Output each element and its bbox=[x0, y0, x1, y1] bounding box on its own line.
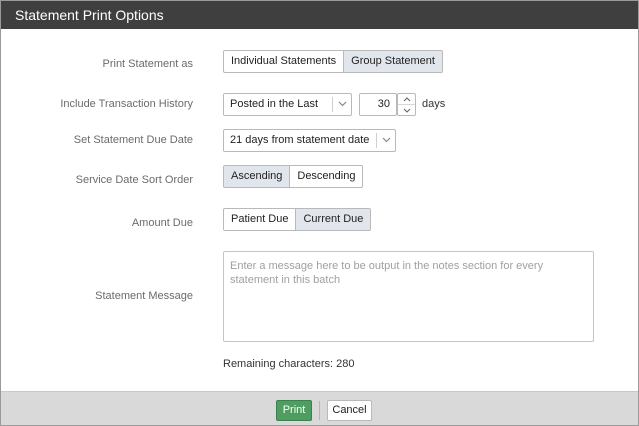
due-date-select[interactable]: 21 days from statement date bbox=[223, 129, 396, 152]
print-statement-as-toggle: Individual Statements Group Statement bbox=[223, 50, 443, 73]
stepper-up-button[interactable] bbox=[398, 94, 415, 104]
cancel-button[interactable]: Cancel bbox=[327, 400, 372, 421]
patient-due-button[interactable]: Patient Due bbox=[223, 208, 297, 231]
statement-print-options-dialog: Statement Print Options Print Statement … bbox=[0, 0, 639, 426]
days-unit-label: days bbox=[422, 98, 446, 110]
chevron-down-icon bbox=[333, 94, 351, 115]
statement-message-label: Statement Message bbox=[95, 290, 193, 302]
due-date-select-value: 21 days from statement date bbox=[230, 134, 370, 146]
footer-separator bbox=[319, 401, 320, 420]
descending-button[interactable]: Descending bbox=[290, 165, 364, 188]
print-button[interactable]: Print bbox=[276, 400, 312, 421]
dialog-title: Statement Print Options bbox=[15, 7, 164, 23]
days-stepper[interactable] bbox=[397, 93, 416, 116]
print-statement-as-label: Print Statement as bbox=[102, 58, 194, 70]
individual-statements-button[interactable]: Individual Statements bbox=[223, 50, 345, 73]
chevron-down-icon bbox=[403, 108, 410, 113]
due-date-label: Set Statement Due Date bbox=[73, 134, 193, 146]
transaction-history-select-value: Posted in the Last bbox=[230, 98, 319, 110]
remaining-characters-text: Remaining characters: 280 bbox=[223, 358, 355, 370]
dialog-footer: Print Cancel bbox=[1, 391, 638, 425]
current-due-button[interactable]: Current Due bbox=[296, 208, 372, 231]
transaction-history-select[interactable]: Posted in the Last bbox=[223, 93, 352, 116]
chevron-down-icon bbox=[377, 130, 395, 151]
amount-due-toggle: Patient Due Current Due bbox=[223, 208, 372, 231]
title-bar: Statement Print Options bbox=[1, 1, 638, 29]
transaction-history-label: Include Transaction History bbox=[60, 98, 193, 110]
sort-order-toggle: Ascending Descending bbox=[223, 165, 364, 188]
chevron-up-icon bbox=[403, 97, 410, 102]
ascending-button[interactable]: Ascending bbox=[223, 165, 291, 188]
days-input[interactable]: 30 bbox=[359, 93, 397, 116]
group-statement-button[interactable]: Group Statement bbox=[344, 50, 443, 73]
amount-due-label: Amount Due bbox=[131, 217, 193, 229]
sort-order-label: Service Date Sort Order bbox=[75, 174, 193, 186]
stepper-down-button[interactable] bbox=[398, 105, 415, 115]
statement-message-textarea[interactable]: Enter a message here to be output in the… bbox=[223, 251, 594, 342]
